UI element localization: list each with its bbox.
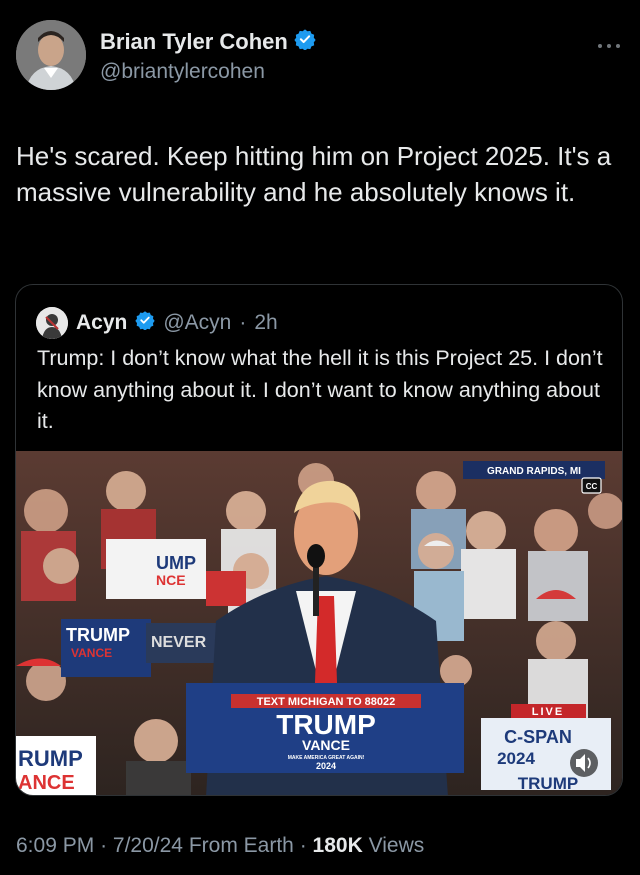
podium-year: 2024 bbox=[316, 761, 336, 771]
video-frame: TRUMP VANCE UMP NCE NEVER RUMP ANCE TEXT… bbox=[16, 451, 622, 795]
more-options-icon[interactable] bbox=[596, 30, 622, 56]
sign-ump: UMP bbox=[156, 553, 196, 573]
quoted-tweet-card[interactable]: Acyn @Acyn · 2h Trump: I don’t know what… bbox=[15, 284, 623, 796]
sign-never: NEVER bbox=[151, 634, 207, 651]
podium-text-line: TEXT MICHIGAN TO 88022 bbox=[257, 696, 396, 708]
sign-nce: NCE bbox=[156, 572, 186, 588]
live-label: LIVE bbox=[532, 706, 564, 718]
views-count[interactable]: 180K bbox=[313, 834, 363, 857]
quoted-author-avatar[interactable] bbox=[36, 307, 68, 339]
quoted-tweet-time[interactable]: 2h bbox=[254, 311, 277, 335]
sign-left-bottom-1: RUMP bbox=[18, 746, 83, 771]
quoted-author-handle[interactable]: @Acyn bbox=[163, 311, 231, 335]
author-handle[interactable]: @briantylercohen bbox=[100, 60, 265, 84]
tweet-date[interactable]: 7/20/24 bbox=[113, 834, 183, 857]
cc-label: CC bbox=[586, 482, 598, 491]
verified-badge-icon bbox=[135, 310, 156, 336]
verified-badge-icon bbox=[294, 28, 316, 55]
separator-dot: · bbox=[100, 834, 108, 857]
separator-dot: · bbox=[299, 834, 307, 857]
network-label: C-SPAN bbox=[504, 727, 572, 747]
podium-trump: TRUMP bbox=[276, 709, 376, 740]
podium-vance: VANCE bbox=[302, 737, 350, 753]
tweet-metadata: 6:09 PM · 7/20/24 From Earth · 180K View… bbox=[16, 834, 424, 858]
sign-left-trump: TRUMP bbox=[66, 625, 130, 645]
video-player[interactable]: TRUMP VANCE UMP NCE NEVER RUMP ANCE TEXT… bbox=[16, 451, 622, 795]
author-name-row: Brian Tyler Cohen bbox=[100, 28, 316, 55]
quoted-tweet-header: Acyn @Acyn · 2h bbox=[36, 307, 278, 339]
author-name[interactable]: Brian Tyler Cohen bbox=[100, 29, 288, 55]
author-avatar[interactable] bbox=[16, 20, 86, 90]
views-label: Views bbox=[368, 834, 425, 857]
tweet-time[interactable]: 6:09 PM bbox=[16, 834, 94, 857]
quoted-tweet-text: Trump: I don’t know what the hell it is … bbox=[37, 346, 603, 433]
tweet-source: From Earth bbox=[188, 834, 294, 857]
location-chyron: GRAND RAPIDS, MI bbox=[487, 466, 581, 477]
quoted-author-name[interactable]: Acyn bbox=[76, 311, 127, 335]
sign-right-trump: TRUMP bbox=[518, 774, 578, 793]
sign-left-vance: VANCE bbox=[71, 646, 112, 660]
network-year: 2024 bbox=[497, 749, 535, 768]
sign-left-bottom-2: ANCE bbox=[18, 772, 75, 794]
tweet-text: He's scared. Keep hitting him on Project… bbox=[16, 141, 612, 207]
separator-dot: · bbox=[239, 311, 247, 334]
